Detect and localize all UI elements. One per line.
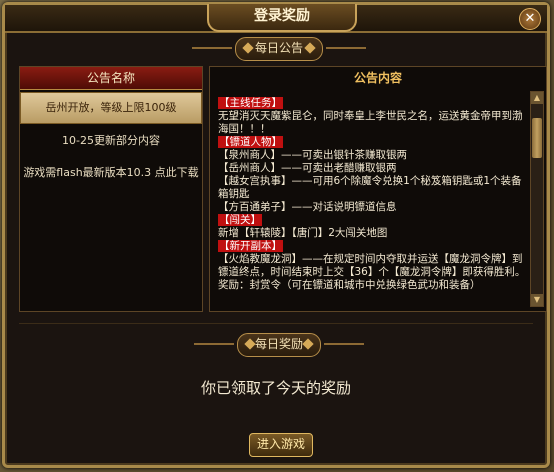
notice-content-header: 公告内容	[353, 71, 402, 85]
ornament-icon	[302, 338, 314, 350]
reward-status-message: 你已领取了今天的奖励	[200, 379, 351, 397]
content-line: 【岳州商人】——可卖出老醋赚取银两	[218, 162, 397, 174]
section-tag: 【闯关】	[218, 214, 262, 226]
notice-content-panel: 公告内容 【主线任务】 无望消灭天魔紫昆仑，同时奉皇上李世民之名，运送黄金帝甲到…	[209, 66, 547, 312]
content-line: 无望消灭天魔紫昆仑，同时奉皇上李世民之名，运送黄金帝甲到渤海国！！！	[218, 110, 523, 135]
close-button[interactable]: ✕	[519, 8, 541, 30]
content-line: 【火焰教魔龙洞】——在规定时间内夺取并运送【魔龙洞令牌】到镖道终点，时间结束时上…	[218, 253, 526, 291]
scroll-down-icon[interactable]: ▼	[531, 294, 543, 306]
content-line: 【泉州商人】——可卖出银针茶赚取银两	[218, 149, 407, 161]
notice-list-header: 公告名称	[20, 67, 202, 90]
scroll-up-icon[interactable]: ▲	[531, 92, 543, 104]
daily-notice-ribbon: 每日公告	[192, 37, 366, 61]
daily-reward-title: 每日奖励	[254, 337, 303, 351]
login-reward-window: 登录奖励 ✕ 每日公告 公告名称 岳州开放，等级上限100级 10-25更新部分…	[2, 2, 550, 468]
content-line: 【主线任务】	[218, 97, 528, 110]
scroll-thumb[interactable]	[532, 118, 542, 158]
daily-reward-ribbon: 每日奖励	[194, 333, 364, 357]
notice-list-item[interactable]: 岳州开放，等级上限100级	[20, 92, 202, 124]
ornament-icon	[304, 42, 316, 54]
content-line: 【闯关】	[218, 214, 528, 227]
title-bar: 登录奖励 ✕	[5, 4, 547, 33]
notice-content-body: 【主线任务】 无望消灭天魔紫昆仑，同时奉皇上李世民之名，运送黄金帝甲到渤海国！！…	[218, 97, 528, 305]
notice-list: 公告名称 岳州开放，等级上限100级 10-25更新部分内容 游戏需flash最…	[19, 66, 203, 312]
content-line: 【新开副本】	[218, 240, 528, 253]
content-line: 【方百通弟子】——对话说明镖道信息	[218, 201, 397, 213]
content-line: 【越女宫执事】——可用6个除魔令兑换1个秘笈箱钥匙或1个装备箱钥匙	[218, 175, 522, 200]
ornament-icon	[244, 338, 256, 350]
notice-list-item[interactable]: 游戏需flash最新版本10.3 点此下载	[20, 158, 202, 188]
section-tag: 【镖道人物】	[218, 136, 283, 148]
section-tag: 【主线任务】	[218, 97, 283, 109]
window-title: 登录奖励	[207, 4, 357, 32]
daily-notice-title: 每日公告	[254, 41, 303, 55]
enter-game-button[interactable]: 进入游戏	[249, 433, 313, 457]
content-line: 【镖道人物】	[218, 136, 528, 149]
section-tag: 【新开副本】	[218, 240, 283, 252]
notice-list-item[interactable]: 10-25更新部分内容	[20, 126, 202, 156]
divider	[19, 323, 533, 324]
ornament-icon	[242, 42, 254, 54]
content-scrollbar[interactable]: ▲ ▼	[530, 91, 544, 307]
content-line: 新增【轩辕陵】【唐门】2大闯关地图	[218, 227, 388, 239]
